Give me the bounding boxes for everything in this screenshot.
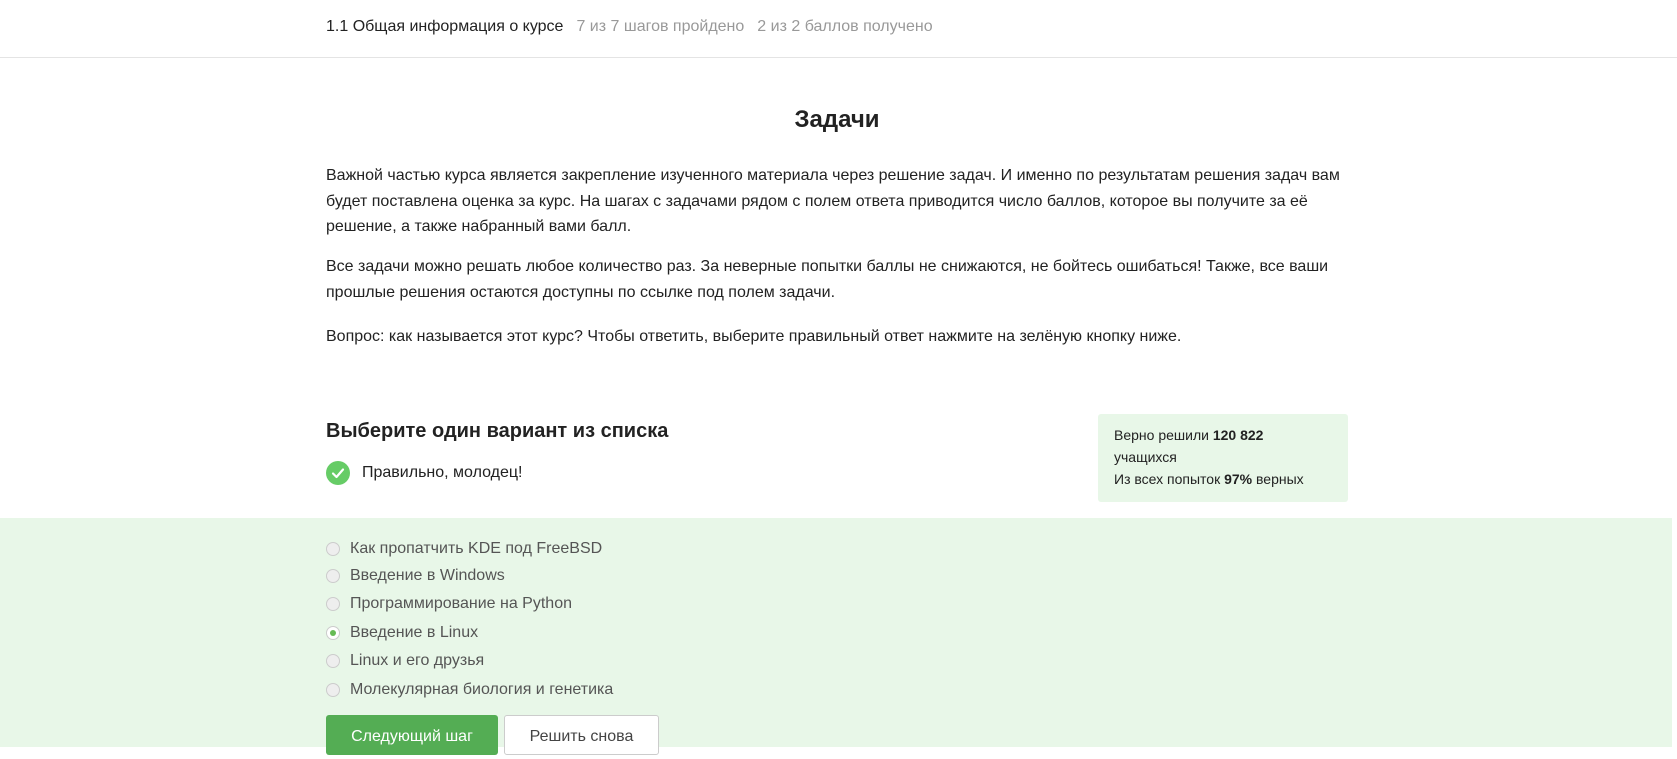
quiz-option-selected[interactable]: Введение в Linux <box>326 622 478 644</box>
option-label: Введение в Windows <box>350 567 505 584</box>
lesson-header-content: 1.1 Общая информация о курсе 7 из 7 шагов… <box>326 18 933 36</box>
solved-suffix: учащихся <box>1114 449 1177 465</box>
lesson-title[interactable]: 1.1 Общая информация о курсе <box>326 18 563 35</box>
option-label: Молекулярная биология и генетика <box>350 681 614 698</box>
step-paragraph: Вопрос: как называется этот курс? Чтобы … <box>326 328 1182 345</box>
quiz-heading: Выберите один вариант из списка <box>326 420 669 442</box>
step-title: Задачи <box>794 106 880 133</box>
attempts-prefix: Из всех попыток <box>1114 471 1221 487</box>
attempts-percent: 97% <box>1224 471 1253 487</box>
radio-button[interactable] <box>326 569 340 583</box>
feedback-text: Правильно, молодец! <box>362 464 523 481</box>
answer-area <box>0 518 1672 747</box>
quiz-option[interactable]: Linux и его друзья <box>326 650 484 672</box>
option-label: Как пропатчить KDE под FreeBSD <box>350 540 603 557</box>
radio-button[interactable] <box>326 654 340 668</box>
solved-stat: Верно решили 120 822 учащихся <box>1114 424 1332 468</box>
step-paragraph: Важной частью курса является закрепление… <box>326 167 1340 235</box>
stats-box: Верно решили 120 822 учащихся Из всех по… <box>1098 414 1348 502</box>
next-step-button[interactable]: Следующий шаг <box>326 715 498 755</box>
steps-progress: 7 из 7 шагов пройдено <box>576 18 745 35</box>
step-paragraph: Все задачи можно решать любое количество… <box>326 258 1329 301</box>
radio-button-checked[interactable] <box>326 626 340 640</box>
solve-again-button[interactable]: Решить снова <box>504 715 659 755</box>
points-progress: 2 из 2 баллов получено <box>757 18 933 35</box>
option-label: Введение в Linux <box>350 624 479 641</box>
quiz-option[interactable]: Программирование на Python <box>326 593 572 615</box>
quiz-option[interactable]: Как пропатчить KDE под FreeBSD <box>326 538 602 560</box>
radio-button[interactable] <box>326 542 340 556</box>
quiz-option[interactable]: Молекулярная биология и генетика <box>326 679 613 701</box>
radio-button[interactable] <box>326 683 340 697</box>
attempts-suffix: верных <box>1256 471 1304 487</box>
quiz-option[interactable]: Введение в Windows <box>326 565 505 587</box>
solved-prefix: Верно решили <box>1114 427 1209 443</box>
quiz-feedback: Правильно, молодец! <box>326 461 522 485</box>
option-label: Linux и его друзья <box>350 652 485 669</box>
radio-button[interactable] <box>326 597 340 611</box>
solved-count: 120 822 <box>1212 427 1264 443</box>
attempts-stat: Из всех попыток 97% верных <box>1114 468 1332 490</box>
lesson-header: 1.1 Общая информация о курсе 7 из 7 шагов… <box>0 0 1677 58</box>
check-circle-icon <box>326 461 350 485</box>
option-label: Программирование на Python <box>350 595 572 612</box>
